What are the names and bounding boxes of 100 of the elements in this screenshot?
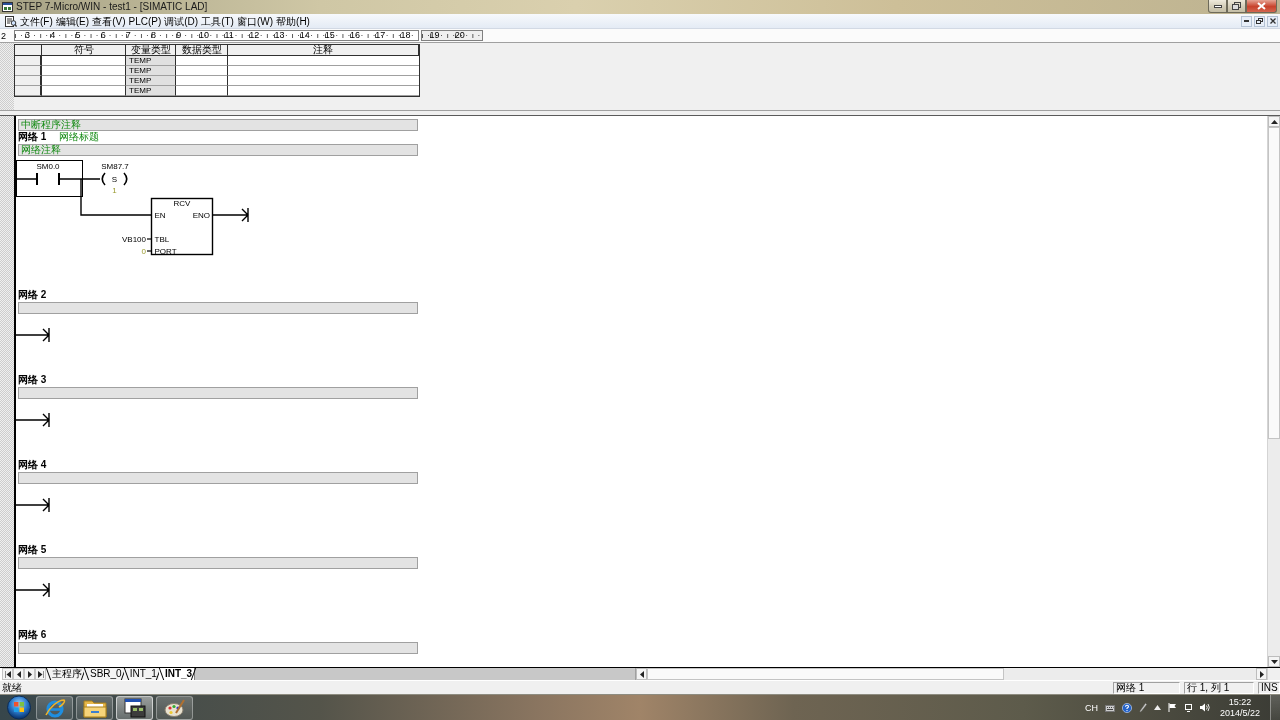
menu-item[interactable]: 调试(D) (164, 14, 199, 28)
network-comment-field[interactable]: 网络注释 (18, 144, 418, 156)
ruler-number: 14 (299, 31, 310, 40)
right-arrow-icon (1259, 670, 1264, 678)
speaker-icon (1200, 703, 1210, 712)
ruler-number: 20 (454, 31, 465, 40)
left-arrow-icon (16, 670, 21, 678)
input-language-indicator[interactable]: CH (1085, 702, 1098, 713)
program-window-icon (123, 697, 146, 718)
close-button[interactable] (1246, 0, 1277, 13)
menu-item[interactable]: 查看(V) (92, 14, 126, 28)
next-tab-button[interactable] (24, 668, 35, 680)
ruler-number: 18 (400, 31, 411, 40)
network-label: 网络 6 (18, 630, 47, 640)
column-header: 注释 (228, 45, 419, 56)
pin-label: EN (154, 211, 166, 220)
menu-item[interactable]: PLC(P) (128, 14, 162, 28)
taskbar-button[interactable] (116, 695, 153, 720)
coil-count: 1 (112, 186, 117, 195)
scrollbar-thumb[interactable] (647, 668, 1004, 680)
document-minimize-button[interactable] (1241, 15, 1252, 27)
sheet-tab[interactable]: INT_3 (158, 668, 195, 680)
ruler-number: 17 (375, 31, 386, 40)
program-comment-field[interactable]: 中断程序注释 (18, 119, 418, 131)
ruler-number: 10 (198, 31, 209, 40)
menu-item[interactable]: 帮助(H) (276, 14, 310, 28)
restore-icon (1256, 18, 1263, 24)
right-arrow-icon (27, 670, 32, 678)
scroll-up-button[interactable] (1268, 116, 1280, 127)
close-icon (1269, 18, 1276, 24)
pin-label: TBL (154, 235, 170, 244)
menu-item[interactable]: 窗口(W) (236, 14, 274, 28)
scrollbar-thumb[interactable] (1268, 127, 1280, 439)
table-cell: TEMP (126, 86, 176, 96)
flag-icon (1168, 703, 1177, 712)
pin-label: PORT (154, 247, 177, 256)
table-cell (176, 66, 228, 76)
window-title: STEP 7-Micro/WIN - test1 - [SIMATIC LAD] (16, 1, 208, 13)
browser-icon (43, 696, 66, 719)
document-close-button[interactable] (1267, 15, 1278, 27)
document-restore-button[interactable] (1254, 15, 1265, 27)
start-button[interactable] (5, 695, 33, 720)
scroll-down-button[interactable] (1268, 656, 1280, 667)
folder-icon (82, 697, 107, 718)
row-selector-margin (0, 43, 14, 110)
sheet-tab[interactable]: 主程序 (46, 668, 84, 680)
network-title: 网络标题 (59, 132, 100, 142)
restore-button[interactable] (1227, 0, 1246, 13)
taskbar-clock[interactable]: 15:22 2014/5/22 (1217, 696, 1263, 719)
minimize-icon (1244, 20, 1249, 22)
ruler-number: 7 (125, 31, 131, 40)
document-icon (5, 15, 17, 27)
show-desktop-button[interactable] (1270, 695, 1280, 720)
app-icon (2, 2, 13, 12)
up-arrow-icon (1270, 119, 1278, 124)
ruler-number: 6 (100, 31, 106, 40)
menu-item[interactable]: 文件(F) (20, 14, 53, 28)
status-message: 就绪 (2, 682, 22, 693)
last-icon (37, 670, 44, 678)
pin-label: ENO (192, 211, 210, 220)
network-label: 网络 1 (18, 132, 47, 142)
network-comment-field[interactable] (18, 472, 418, 484)
vertical-scrollbar[interactable] (1267, 116, 1280, 667)
sheet-tab[interactable]: INT_1 (123, 668, 159, 680)
previous-tab-button[interactable] (13, 668, 24, 680)
network-comment-field[interactable] (18, 387, 418, 399)
coil-address: SM87.7 (101, 162, 129, 171)
contact-address: SM0.0 (36, 162, 60, 171)
start-orb-icon (6, 695, 32, 720)
up-arrow-icon (1154, 705, 1161, 710)
taskbar-button[interactable] (156, 695, 193, 720)
menu-item[interactable]: 工具(T) (201, 14, 234, 28)
ruler-number: 8 (151, 31, 157, 40)
ruler-number: 2 (1, 30, 7, 41)
pen-icon (1139, 702, 1147, 713)
network-label: 网络 2 (18, 290, 47, 300)
sheet-tab[interactable]: SBR_0 (84, 668, 124, 680)
menu-item[interactable]: 编辑(E) (55, 14, 90, 28)
network-comment-field[interactable] (18, 302, 418, 314)
scroll-right-button[interactable] (1256, 668, 1267, 680)
display-icon (1184, 703, 1193, 712)
operand-label: 0 (141, 247, 146, 256)
horizontal-scrollbar[interactable] (635, 668, 1267, 680)
network-comment-field[interactable] (18, 557, 418, 569)
ruler-number: 16 (350, 31, 361, 40)
network-label: 网络 4 (18, 460, 47, 470)
network-comment-field[interactable] (18, 642, 418, 654)
ruler-number: 4 (50, 31, 56, 40)
taskbar-button[interactable] (76, 695, 113, 720)
restore-icon (1232, 2, 1241, 10)
ruler-number: 12 (249, 31, 260, 40)
ruler-number: 19 (429, 31, 440, 40)
ruler-number: 13 (274, 31, 285, 40)
palette-icon (163, 697, 186, 718)
operand-label: VB100 (121, 235, 146, 244)
table-cell (176, 56, 228, 66)
scroll-left-button[interactable] (636, 668, 647, 680)
minimize-icon (1213, 4, 1222, 8)
minimize-button[interactable] (1208, 0, 1227, 13)
close-icon (1257, 2, 1266, 10)
